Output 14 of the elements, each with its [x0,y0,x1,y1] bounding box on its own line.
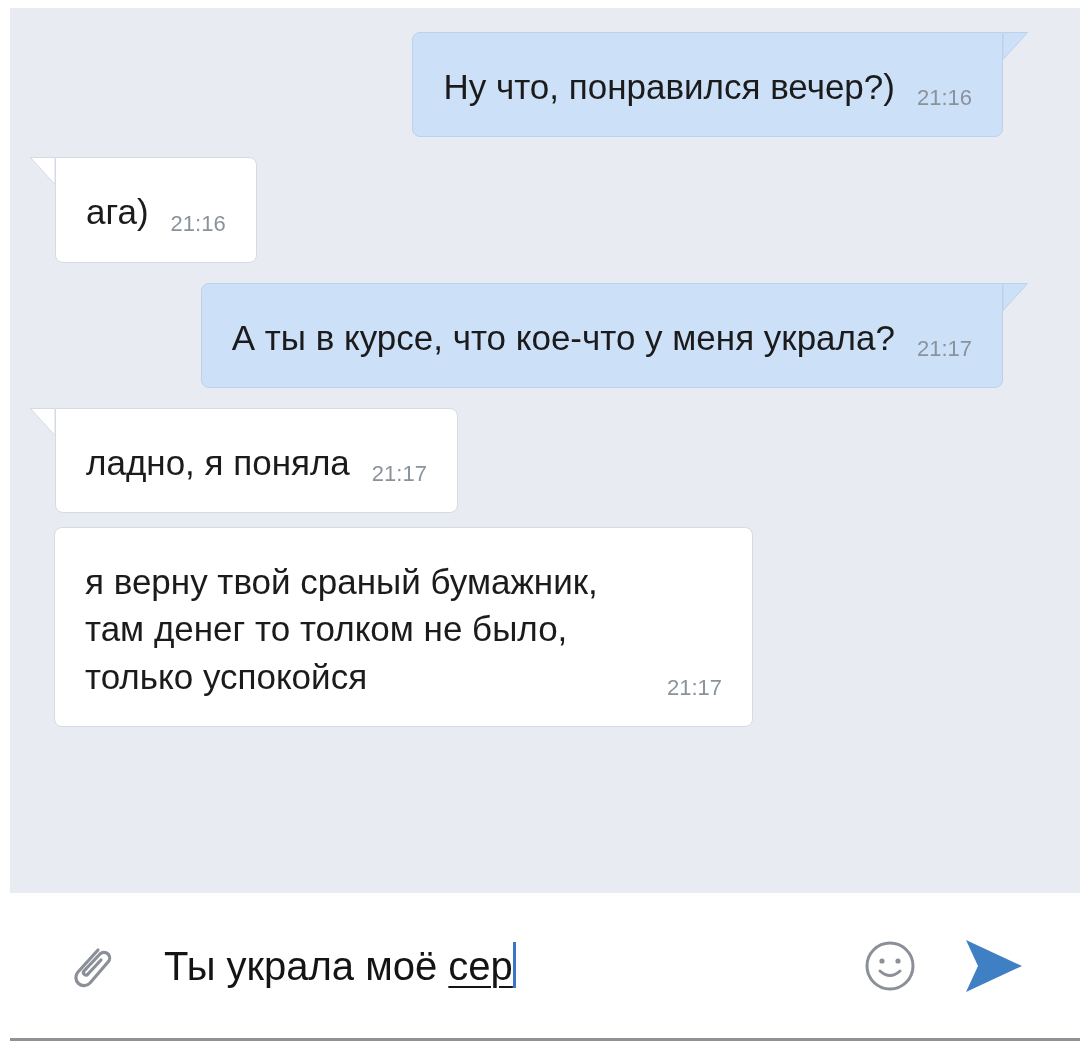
message-text: ага) [86,191,149,234]
message-text: ладно, я поняла [86,441,350,484]
send-icon[interactable] [964,937,1024,994]
message-time: 21:17 [667,673,723,702]
smiley-icon[interactable] [864,939,916,992]
message-input-field[interactable]: Ты украла моё сер [164,935,864,996]
message-time: 21:17 [371,460,427,488]
message-time: 21:16 [916,84,972,113]
message-time: 21:16 [170,209,226,238]
message-text: я верну твой сраный бумажник, там денег то толком не было, только успокойся [85,561,599,698]
message-text: А ты в курсе, что кое-что у меня украла? [231,316,895,359]
message-time: 21:17 [916,334,972,363]
text-cursor [512,941,516,988]
message-text: Ну что, понравился вечер?) [443,66,895,108]
